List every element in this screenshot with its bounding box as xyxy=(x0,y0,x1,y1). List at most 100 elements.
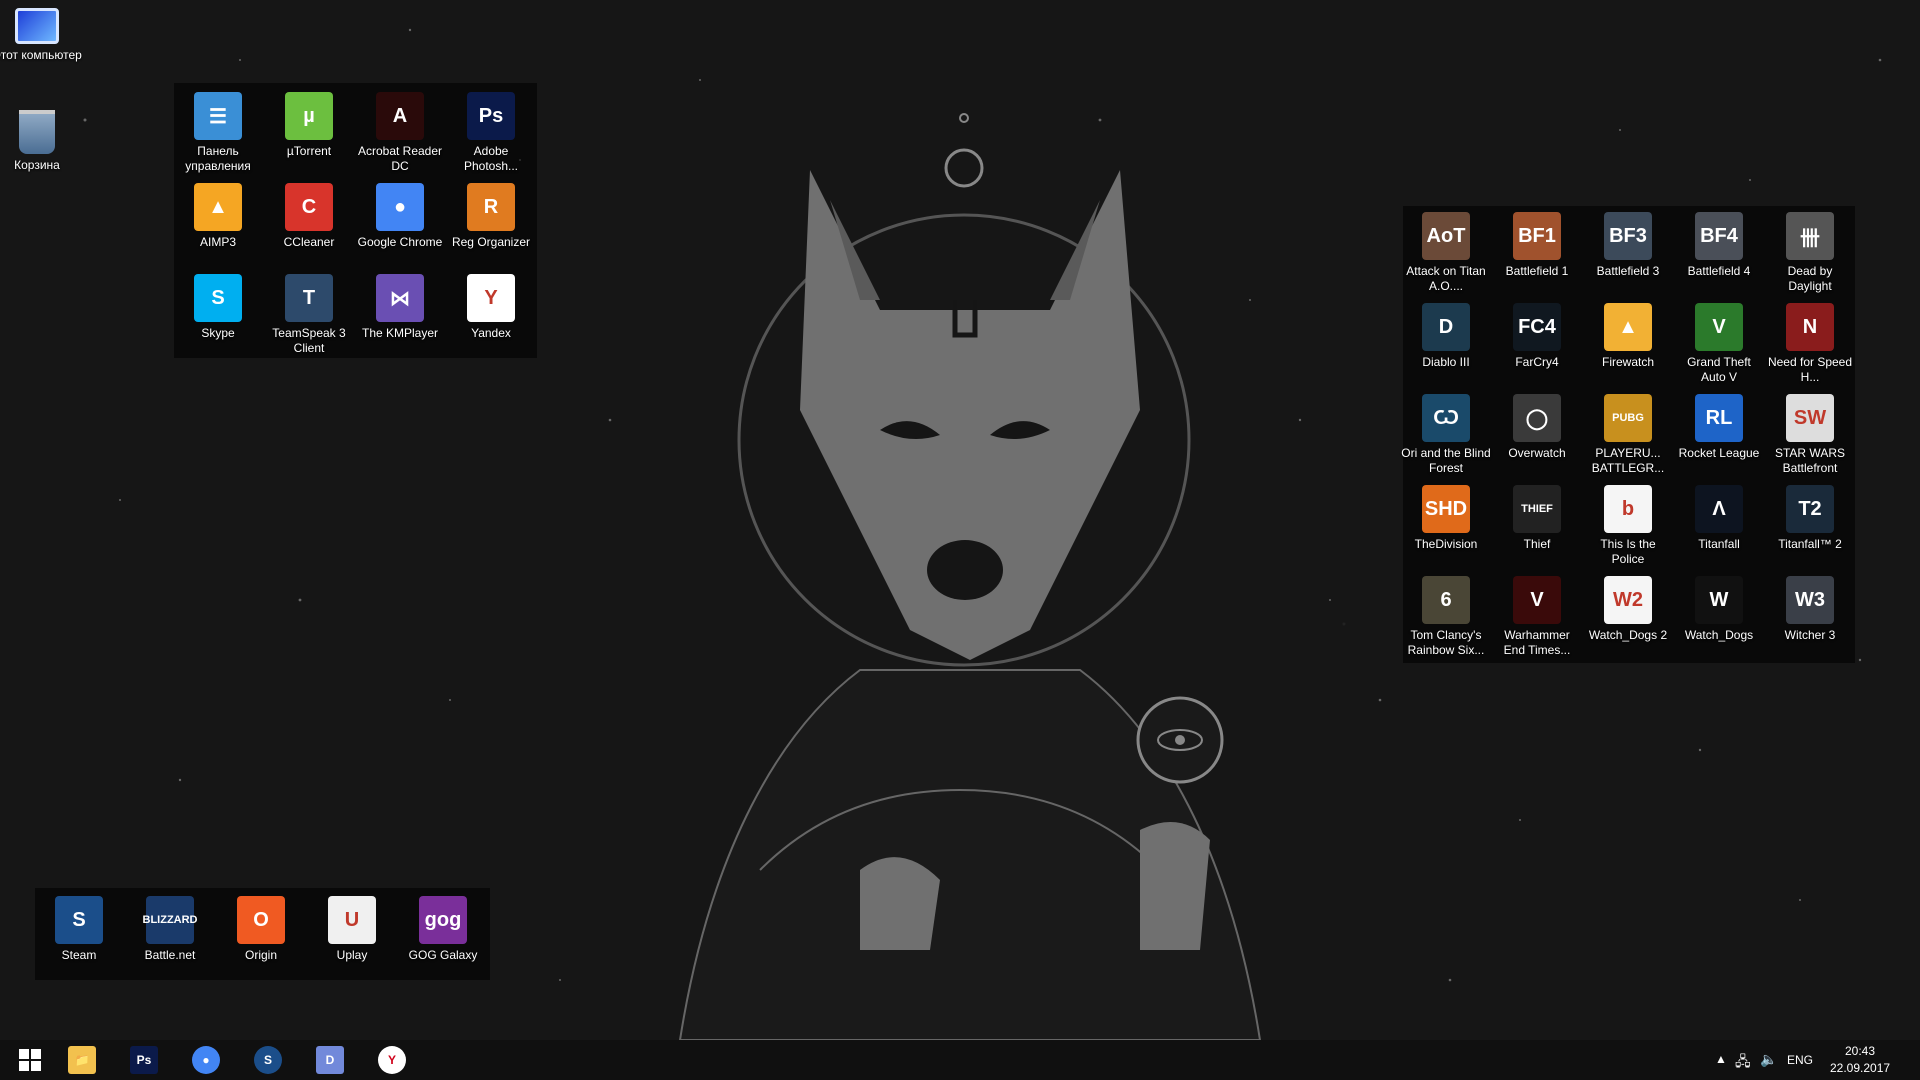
game-shortcut[interactable]: SHD TheDivision xyxy=(1401,485,1491,552)
icon-label: Watch_Dogs xyxy=(1684,628,1754,642)
witcher3-icon: W3 xyxy=(1786,576,1834,624)
app-shortcut[interactable]: T TeamSpeak 3 Client xyxy=(264,274,354,356)
taskbar-yandex-button[interactable]: Y xyxy=(362,1040,422,1080)
icon-label: Rocket League xyxy=(1678,446,1760,460)
steam-icon: S xyxy=(55,896,103,944)
recycle-bin-icon xyxy=(19,110,55,154)
icon-label: Diablo III xyxy=(1422,355,1470,369)
network-icon[interactable]: 🖧 xyxy=(1735,1051,1751,1075)
app-shortcut[interactable]: µ µTorrent xyxy=(264,92,354,159)
game-shortcut[interactable]: BF3 Battlefield 3 xyxy=(1583,212,1673,279)
kmplayer-icon: ⋈ xyxy=(376,274,424,322)
language-indicator[interactable]: ENG xyxy=(1787,1053,1813,1067)
icon-label: Witcher 3 xyxy=(1784,628,1836,642)
reg-organizer-icon: R xyxy=(467,183,515,231)
thief-icon: THIEF xyxy=(1513,485,1561,533)
system-tray: ▲ 🖧 🔈 ENG 20:43 22.09.2017 xyxy=(1680,1040,1920,1080)
app-shortcut[interactable]: S Skype xyxy=(173,274,263,341)
this-is-the-police-icon: b xyxy=(1604,485,1652,533)
app-shortcut[interactable]: ▲ AIMP3 xyxy=(173,183,263,250)
division-icon: SHD xyxy=(1422,485,1470,533)
game-shortcut[interactable]: THIEF Thief xyxy=(1492,485,1582,552)
battlefield4-icon: BF4 xyxy=(1695,212,1743,260)
app-shortcut[interactable]: A Acrobat Reader DC xyxy=(355,92,445,174)
icon-label: Uplay xyxy=(336,948,368,962)
game-shortcut[interactable]: BF4 Battlefield 4 xyxy=(1674,212,1764,279)
game-shortcut[interactable]: W2 Watch_Dogs 2 xyxy=(1583,576,1673,643)
app-shortcut[interactable]: ⋈ The KMPlayer xyxy=(355,274,445,341)
taskbar-file-explorer-button[interactable]: 📁 xyxy=(52,1040,112,1080)
game-shortcut[interactable]: D Diablo III xyxy=(1401,303,1491,370)
app-shortcut[interactable]: Y Yandex xyxy=(446,274,536,341)
game-shortcut[interactable]: 6 Tom Clancy's Rainbow Six... xyxy=(1401,576,1491,658)
app-shortcut[interactable]: Ps Adobe Photosh... xyxy=(446,92,536,174)
icon-label: Thief xyxy=(1523,537,1551,551)
icon-label: Overwatch xyxy=(1508,446,1566,460)
game-shortcut[interactable]: FC4 FarCry4 xyxy=(1492,303,1582,370)
taskbar-steam-button[interactable]: S xyxy=(238,1040,298,1080)
launcher-shortcut[interactable]: O Origin xyxy=(216,896,306,963)
game-shortcut[interactable]: BF1 Battlefield 1 xyxy=(1492,212,1582,279)
taskbar-photoshop-button[interactable]: Ps xyxy=(114,1040,174,1080)
icon-label: PLAYERU... BATTLEGR... xyxy=(1591,446,1665,475)
uplay-icon: U xyxy=(328,896,376,944)
game-shortcut[interactable]: ▲ Firewatch xyxy=(1583,303,1673,370)
game-shortcut[interactable]: b This Is the Police xyxy=(1583,485,1673,567)
icon-label: Yandex xyxy=(471,326,511,340)
titanfall-icon: Λ xyxy=(1695,485,1743,533)
icon-label: CCleaner xyxy=(283,235,335,249)
tray-overflow-chevron-icon[interactable]: ▲ xyxy=(1715,1052,1727,1066)
start-button[interactable] xyxy=(0,1040,60,1080)
gta5-icon: V xyxy=(1695,303,1743,351)
game-shortcut[interactable]: Ѡ Ori and the Blind Forest xyxy=(1401,394,1491,476)
desktop-icon-label: Корзина xyxy=(14,158,60,172)
game-shortcut[interactable]: N Need for Speed H... xyxy=(1765,303,1855,385)
desktop-icon-this-pc[interactable]: Этот компьютер xyxy=(0,8,82,63)
icon-label: Firewatch xyxy=(1601,355,1654,369)
icon-label: Steam xyxy=(61,948,97,962)
desktop-icon-recycle-bin[interactable]: Корзина xyxy=(0,110,82,173)
launcher-shortcut[interactable]: S Steam xyxy=(34,896,124,963)
taskbar-chrome-button[interactable]: ● xyxy=(176,1040,236,1080)
attack-on-titan-icon: AoT xyxy=(1422,212,1470,260)
launcher-shortcut[interactable]: U Uplay xyxy=(307,896,397,963)
icon-label: Warhammer End Times... xyxy=(1503,628,1571,657)
icon-label: Reg Organizer xyxy=(451,235,531,249)
game-shortcut[interactable]: W Watch_Dogs xyxy=(1674,576,1764,643)
game-shortcut[interactable]: V Warhammer End Times... xyxy=(1492,576,1582,658)
icon-label: Battle.net xyxy=(144,948,196,962)
ori-icon: Ѡ xyxy=(1422,394,1470,442)
ccleaner-icon: C xyxy=(285,183,333,231)
volume-icon[interactable]: 🔈 xyxy=(1760,1051,1777,1068)
app-shortcut[interactable]: C CCleaner xyxy=(264,183,354,250)
utorrent-icon: µ xyxy=(285,92,333,140)
photoshop-icon: Ps xyxy=(467,92,515,140)
icon-label: This Is the Police xyxy=(1600,537,1656,566)
launcher-shortcut[interactable]: gog GOG Galaxy xyxy=(398,896,488,963)
game-shortcut[interactable]: PUBG PLAYERU... BATTLEGR... xyxy=(1583,394,1673,476)
game-shortcut[interactable]: AoT Attack on Titan A.O.... xyxy=(1401,212,1491,294)
app-shortcut[interactable]: R Reg Organizer xyxy=(446,183,536,250)
yandex-browser-icon: Y xyxy=(467,274,515,322)
app-shortcut[interactable]: ● Google Chrome xyxy=(355,183,445,250)
game-shortcut[interactable]: Λ Titanfall xyxy=(1674,485,1764,552)
game-shortcut[interactable]: V Grand Theft Auto V xyxy=(1674,303,1764,385)
game-shortcut[interactable]: T2 Titanfall™ 2 xyxy=(1765,485,1855,552)
taskbar-discord-button[interactable]: D xyxy=(300,1040,360,1080)
game-shortcut[interactable]: ◯ Overwatch xyxy=(1492,394,1582,461)
clock-date[interactable]: 22.09.2017 xyxy=(1830,1061,1890,1075)
battlefront-icon: SW xyxy=(1786,394,1834,442)
game-shortcut[interactable]: W3 Witcher 3 xyxy=(1765,576,1855,643)
pubg-icon: PUBG xyxy=(1604,394,1652,442)
icon-label: Google Chrome xyxy=(357,235,443,249)
game-shortcut[interactable]: SW STAR WARS Battlefront xyxy=(1765,394,1855,476)
farcry4-icon: FC4 xyxy=(1513,303,1561,351)
launcher-shortcut[interactable]: BLIZZARD Battle.net xyxy=(125,896,215,963)
game-shortcut[interactable]: 卌 Dead by Daylight xyxy=(1765,212,1855,294)
app-shortcut[interactable]: ☰ Панель управления xyxy=(173,92,263,174)
windows-start-icon xyxy=(19,1049,41,1071)
game-shortcut[interactable]: RL Rocket League xyxy=(1674,394,1764,461)
clock-time[interactable]: 20:43 xyxy=(1845,1044,1875,1058)
icon-label: Skype xyxy=(201,326,235,340)
icon-label: Dead by Daylight xyxy=(1787,264,1833,293)
